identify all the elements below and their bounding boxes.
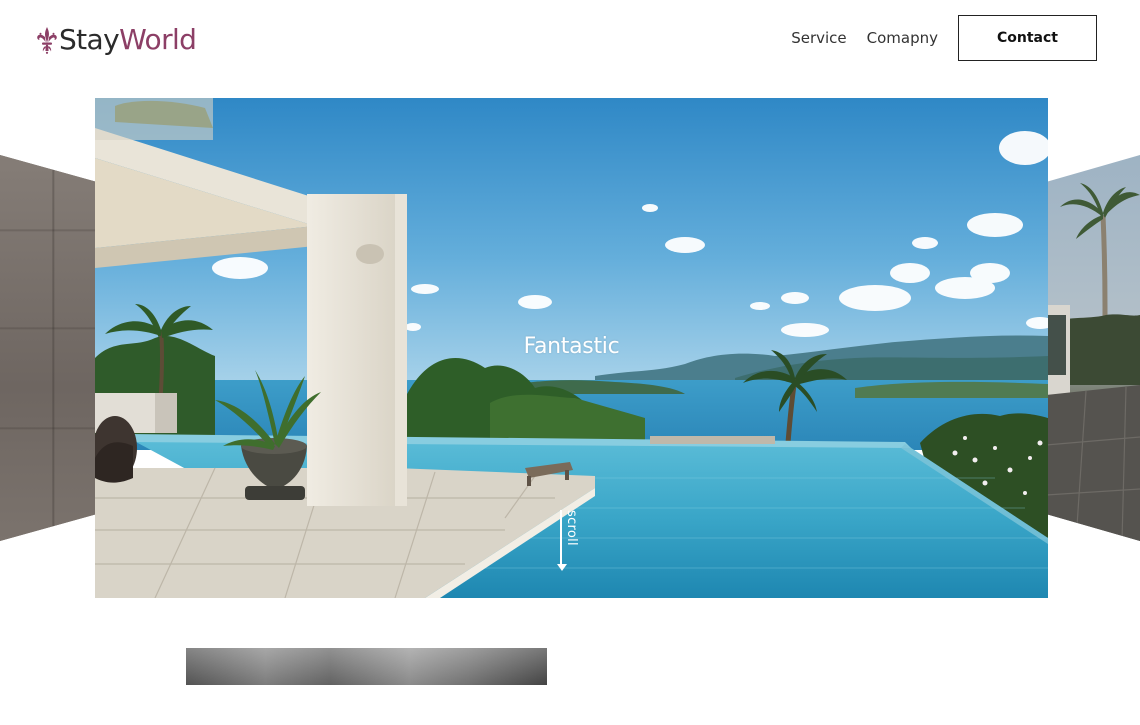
hero-title: Fantastic [523, 334, 620, 359]
fleur-de-lis-icon [37, 27, 57, 54]
main-nav: Service Comapny Contact [791, 15, 1140, 61]
scroll-line [560, 510, 562, 568]
scroll-text: scroll [564, 510, 579, 546]
arrow-down-icon [557, 564, 567, 571]
carousel-prev-slide[interactable] [0, 155, 97, 541]
nav-link-service[interactable]: Service [791, 29, 846, 47]
brand-name-stay: Stay [59, 23, 120, 56]
brand-logo[interactable]: StayWorld [36, 20, 197, 60]
brand-name: StayWorld [59, 23, 197, 56]
palm-terrace-image [1046, 183, 1140, 541]
hero-slide: Fantastic scroll [95, 98, 1048, 598]
section-preview-shade [186, 648, 547, 685]
contact-button[interactable]: Contact [958, 15, 1097, 61]
brand-name-world: World [119, 23, 197, 56]
carousel-next-slide[interactable] [1046, 155, 1140, 541]
site-header: StayWorld Service Comapny Contact [0, 0, 1140, 78]
nav-link-company[interactable]: Comapny [867, 29, 938, 47]
scroll-indicator[interactable]: scroll [557, 510, 579, 571]
section-preview-image [186, 648, 547, 685]
